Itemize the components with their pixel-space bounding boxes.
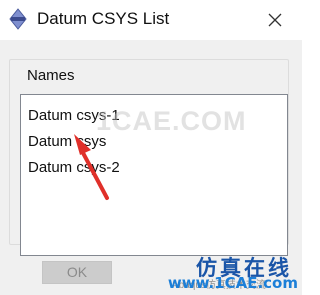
watermark-site: www.1CAE.com — [167, 274, 298, 292]
watermark-corner: 仿真在线 Abaqus仿真技术交流 www.1CAE.com — [168, 250, 302, 295]
